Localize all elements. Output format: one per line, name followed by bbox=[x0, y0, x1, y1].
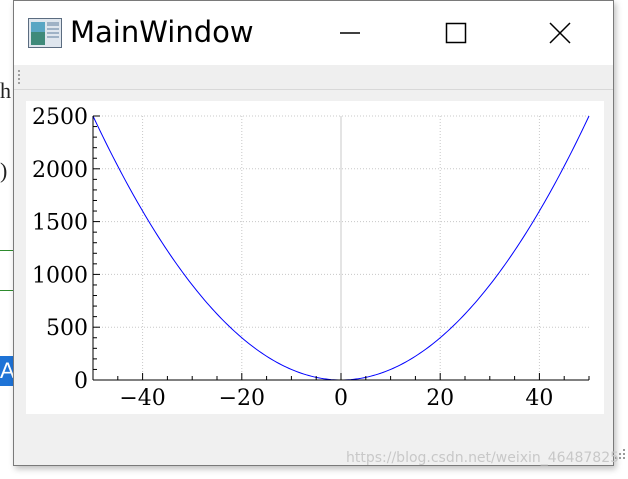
watermark-text: https://blog.csdn.net/weixin_46487825 bbox=[346, 450, 620, 466]
title-bar[interactable]: MainWindow bbox=[14, 1, 613, 65]
y-tick-label: 1000 bbox=[32, 263, 88, 288]
x-tick-label: −20 bbox=[219, 386, 265, 411]
y-tick-label: 500 bbox=[46, 316, 88, 341]
background-text-fragment: ) bbox=[0, 158, 8, 183]
y-tick-label: 1500 bbox=[32, 211, 88, 236]
y-tick-label: 2000 bbox=[32, 158, 88, 183]
background-divider bbox=[0, 290, 14, 291]
maximize-button[interactable] bbox=[406, 1, 506, 65]
y-tick-label: 2500 bbox=[32, 105, 88, 130]
background-text-fragment: h bbox=[0, 78, 11, 103]
x-tick-label: 0 bbox=[334, 386, 348, 411]
background-selection: A bbox=[0, 356, 14, 386]
minimize-icon bbox=[340, 32, 360, 34]
x-tick-label: 20 bbox=[426, 386, 454, 411]
minimize-button[interactable] bbox=[300, 1, 400, 65]
background-divider bbox=[0, 250, 14, 251]
x-tick-label: 40 bbox=[525, 386, 553, 411]
window-title: MainWindow bbox=[70, 15, 254, 49]
x-tick-label: −40 bbox=[119, 386, 165, 411]
app-window-icon bbox=[28, 18, 62, 48]
maximize-icon bbox=[445, 22, 467, 44]
y-tick-label: 0 bbox=[74, 369, 88, 394]
plot-widget[interactable]: −40 −20 0 20 40 0 500 1000 1500 2000 2500 bbox=[26, 101, 604, 414]
main-window: MainWindow −40 −20 0 20 40 0 500 1000 1500 2000 25 bbox=[13, 0, 625, 466]
toolbar-grip-handle[interactable] bbox=[18, 70, 20, 84]
toolbar bbox=[14, 65, 613, 90]
close-button[interactable] bbox=[510, 1, 610, 65]
close-icon bbox=[549, 22, 571, 44]
parabola-chart: −40 −20 0 20 40 0 500 1000 1500 2000 2500 bbox=[32, 105, 590, 411]
